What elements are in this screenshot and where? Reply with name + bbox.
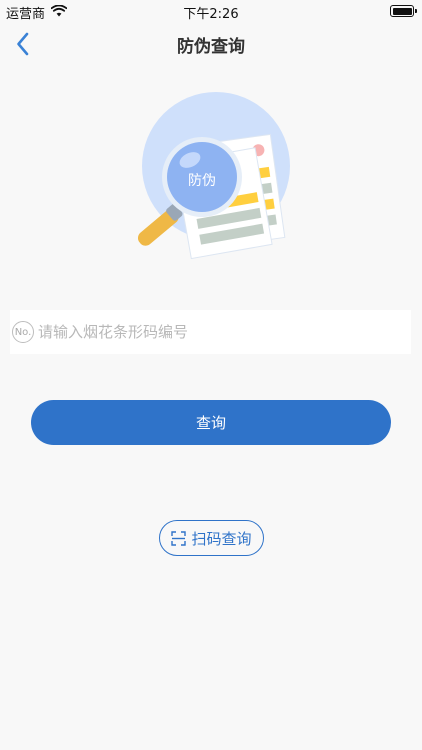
navigation-bar: 防伪查询: [0, 22, 422, 66]
scan-query-button[interactable]: 扫码查询: [159, 520, 264, 556]
app-screen: 运营商 下午2:26 防伪查询 防伪 No. 请输入烟花条形码编号 查询 扫码查…: [0, 0, 422, 750]
barcode-input[interactable]: [38, 310, 411, 354]
anti-counterfeit-illustration: 防伪: [124, 92, 300, 264]
query-button[interactable]: 查询: [31, 400, 391, 445]
barcode-input-row: No.: [10, 310, 411, 354]
scan-query-label: 扫码查询: [191, 529, 252, 548]
battery-icon: [390, 5, 417, 17]
page-title: 防伪查询: [177, 37, 245, 57]
number-badge-icon: No.: [12, 321, 34, 343]
status-bar: 运营商 下午2:26: [0, 0, 422, 22]
illustration-label: 防伪: [188, 173, 216, 189]
status-time: 下午2:26: [183, 7, 239, 22]
scan-icon: [171, 530, 187, 546]
